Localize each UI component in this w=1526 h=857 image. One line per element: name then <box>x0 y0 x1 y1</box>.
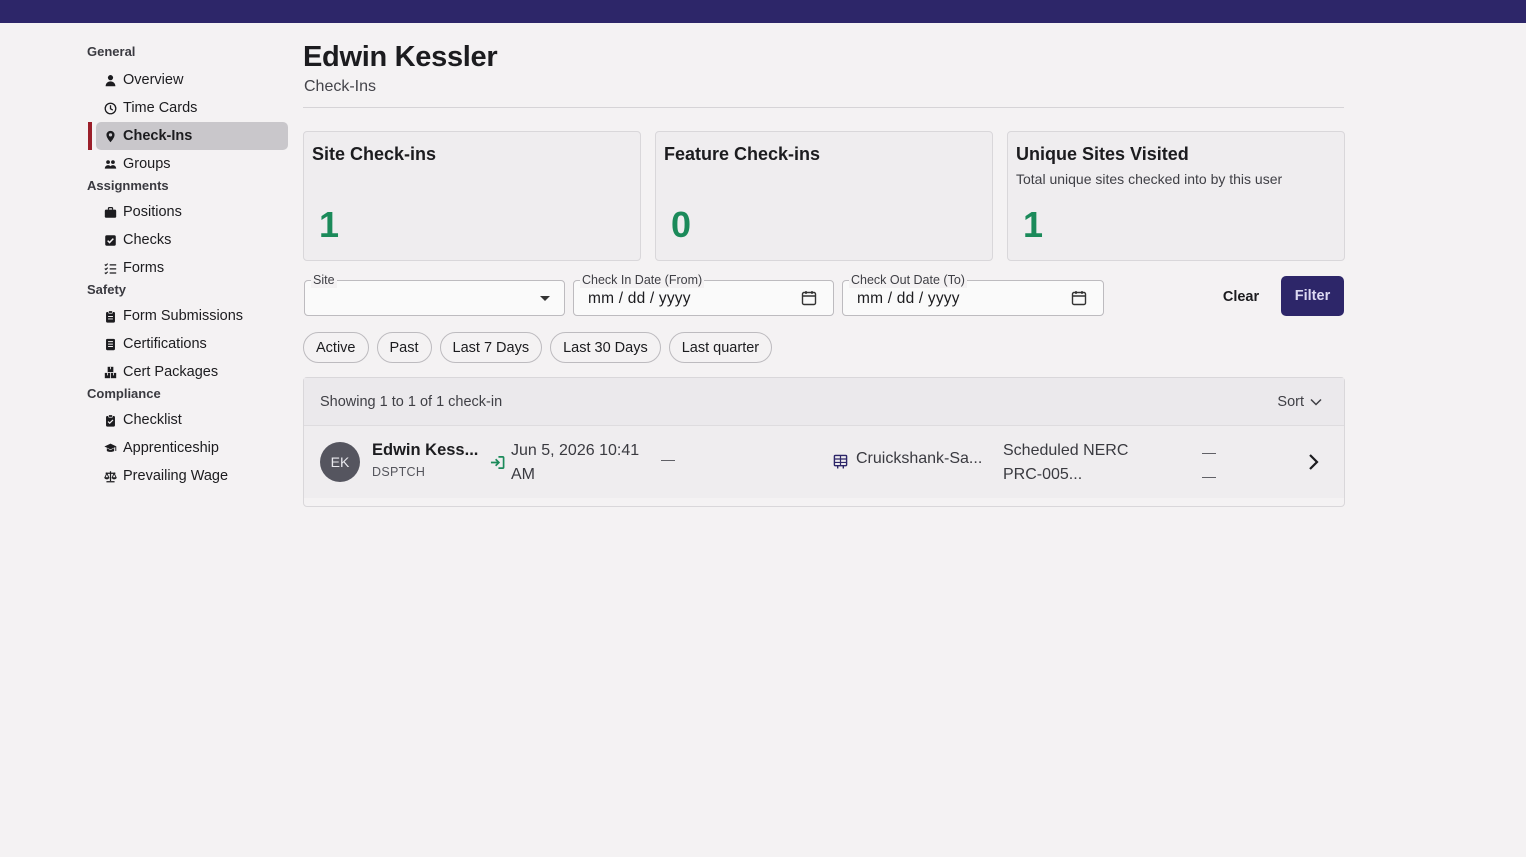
sidebar-item-certifications[interactable]: Certifications <box>87 330 289 358</box>
chip-last-30-days[interactable]: Last 30 Days <box>550 332 661 363</box>
sidebar-item-check-ins[interactable]: Check-Ins <box>87 122 289 150</box>
checkout-date-label: Check Out Date (To) <box>849 272 967 288</box>
sidebar-item-label: Time Cards <box>123 100 198 116</box>
chip-last-7-days[interactable]: Last 7 Days <box>439 332 543 363</box>
building-grid-icon <box>833 454 848 469</box>
clock-icon <box>103 101 117 115</box>
filter-button[interactable]: Filter <box>1281 276 1344 316</box>
sidebar-item-label: Checklist <box>123 412 182 428</box>
sort-button[interactable]: Sort <box>1277 394 1328 410</box>
site-checkins-card: Site Check-ins 1 <box>303 131 641 261</box>
sidebar-item-label: Form Submissions <box>123 308 244 324</box>
user-icon <box>103 73 117 87</box>
header-divider <box>303 107 1344 108</box>
checkin-date-field[interactable]: Check In Date (From) mm / dd / yyyy <box>573 272 834 316</box>
checkin-date-label: Check In Date (From) <box>580 272 705 288</box>
top-bar <box>0 0 1526 23</box>
sidebar-item-prevailing-wage[interactable]: Prevailing Wage <box>87 462 289 490</box>
sidebar-item-label: Checks <box>123 232 172 248</box>
results-panel: Showing 1 to 1 of 1 check-in Sort EK Edw… <box>303 377 1345 507</box>
check-square-icon <box>103 233 117 247</box>
row-site-name: Cruickshank-Sa... <box>856 450 983 467</box>
sidebar-item-apprenticeship[interactable]: Apprenticeship <box>87 434 289 462</box>
boxes-icon <box>103 365 117 379</box>
checkout-date-field[interactable]: Check Out Date (To) mm / dd / yyyy <box>842 272 1104 316</box>
sidebar-item-forms[interactable]: Forms <box>87 254 289 282</box>
site-select[interactable]: Site <box>304 272 565 316</box>
sidebar-item-checks[interactable]: Checks <box>87 226 289 254</box>
clipboard-icon <box>103 309 117 323</box>
row-checkout-time: — <box>661 451 675 467</box>
row-user-name: Edwin Kess... <box>372 441 479 459</box>
chip-past[interactable]: Past <box>376 332 432 363</box>
chip-last-quarter[interactable]: Last quarter <box>668 332 773 363</box>
row-extra-values: — — <box>1202 440 1216 488</box>
sort-label: Sort <box>1277 393 1304 410</box>
row-extra-1: — <box>1202 444 1216 460</box>
sidebar-item-label: Positions <box>123 204 182 220</box>
sidebar-item-label: Forms <box>123 260 165 276</box>
clear-button[interactable]: Clear <box>1212 283 1270 311</box>
chevron-down-icon <box>1310 398 1322 406</box>
chevron-right-icon[interactable] <box>1308 453 1320 471</box>
results-count: Showing 1 to 1 of 1 check-in <box>320 393 503 410</box>
sidebar-item-overview[interactable]: Overview <box>87 66 289 94</box>
sidebar-item-label: Cert Packages <box>123 364 219 380</box>
card-title: Unique Sites Visited <box>1016 144 1189 164</box>
sidebar-item-label: Apprenticeship <box>123 440 219 456</box>
results-header: Showing 1 to 1 of 1 check-in Sort <box>304 378 1344 426</box>
clipboard-check-icon <box>103 413 117 427</box>
row-cert-name: Scheduled NERC PRC-005... <box>1003 442 1129 483</box>
scale-icon <box>103 469 117 483</box>
sidebar-item-checklist[interactable]: Checklist <box>87 406 289 434</box>
calendar-icon[interactable] <box>1071 290 1087 306</box>
card-value: 1 <box>319 204 340 245</box>
sidebar-section-safety: Safety <box>87 282 127 297</box>
checkout-date-value: mm / dd / yyyy <box>857 290 960 307</box>
feature-checkins-card: Feature Check-ins 0 <box>655 131 993 261</box>
sidebar-item-label: Overview <box>123 72 184 88</box>
list-check-icon <box>103 261 117 275</box>
card-title: Site Check-ins <box>312 144 437 164</box>
checkin-row[interactable]: EK Edwin Kess... DSPTCH Jun 5, 2026 10:4… <box>304 426 1344 498</box>
card-value: 0 <box>671 204 692 245</box>
sidebar: General Overview Time Cards Check-Ins Gr… <box>87 44 289 490</box>
sidebar-item-groups[interactable]: Groups <box>87 150 289 178</box>
sidebar-item-label: Certifications <box>123 336 207 352</box>
site-label: Site <box>311 272 337 288</box>
card-value: 1 <box>1023 204 1044 245</box>
graduation-cap-icon <box>103 441 117 455</box>
row-user-role: DSPTCH <box>372 465 426 479</box>
avatar: EK <box>320 442 360 482</box>
sidebar-section-compliance: Compliance <box>87 386 161 401</box>
page-title: Edwin Kessler <box>303 41 498 73</box>
sidebar-item-label: Check-Ins <box>123 128 193 144</box>
document-icon <box>103 337 117 351</box>
sign-in-icon <box>490 456 505 469</box>
caret-down-icon <box>540 296 550 301</box>
chip-active[interactable]: Active <box>303 332 369 363</box>
sidebar-item-form-submissions[interactable]: Form Submissions <box>87 302 289 330</box>
sidebar-item-label: Groups <box>123 156 171 172</box>
sidebar-item-time-cards[interactable]: Time Cards <box>87 94 289 122</box>
sidebar-item-positions[interactable]: Positions <box>87 198 289 226</box>
sidebar-item-cert-packages[interactable]: Cert Packages <box>87 358 289 386</box>
quick-filter-chips: Active Past Last 7 Days Last 30 Days Las… <box>303 332 773 363</box>
sidebar-section-assignments: Assignments <box>87 178 169 193</box>
unique-sites-card: Unique Sites Visited Total unique sites … <box>1007 131 1345 261</box>
row-checkin-time: Jun 5, 2026 10:41 AM <box>511 442 640 483</box>
page-subtitle: Check-Ins <box>304 78 377 95</box>
card-description: Total unique sites checked into by this … <box>1016 171 1283 187</box>
checkin-date-value: mm / dd / yyyy <box>588 290 691 307</box>
users-icon <box>103 157 117 171</box>
briefcase-icon <box>103 205 117 219</box>
sidebar-section-general: General <box>87 44 136 59</box>
calendar-icon[interactable] <box>801 290 817 306</box>
sidebar-item-label: Prevailing Wage <box>123 468 229 484</box>
row-extra-2: — <box>1202 468 1216 484</box>
map-pin-icon <box>103 129 117 143</box>
card-title: Feature Check-ins <box>664 144 821 164</box>
